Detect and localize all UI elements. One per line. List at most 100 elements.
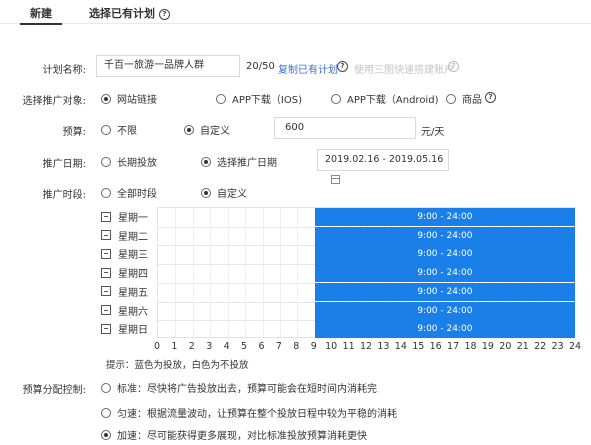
radio-select-date[interactable]: 选择推广日期 <box>201 154 277 169</box>
day-label: 星期五 <box>118 287 148 299</box>
day-toggle-checkbox[interactable] <box>101 323 111 334</box>
tab-new[interactable]: 新建 <box>20 5 62 25</box>
radio-dot <box>101 156 111 167</box>
hour-tick-label: 15 <box>412 341 425 352</box>
hour-tick-label: 3 <box>206 341 213 352</box>
radio-dot <box>184 124 194 135</box>
day-row: 星期五 <box>101 283 148 300</box>
day-toggle-checkbox[interactable] <box>101 248 111 259</box>
day-row: 星期二 <box>101 227 148 244</box>
radio-product[interactable]: 商品 <box>446 91 482 106</box>
day-row: 星期三 <box>101 245 148 262</box>
day-label: 星期四 <box>118 269 148 281</box>
hour-tick-label: 22 <box>534 341 547 352</box>
day-row: 星期一 <box>101 208 148 225</box>
promo-time-label: 推广时段: <box>42 190 86 201</box>
day-row: 星期四 <box>101 264 148 281</box>
hour-tick-label: 9 <box>310 341 317 352</box>
radio-label: 自定义 <box>217 189 247 200</box>
active-time-slot[interactable]: 9:00 - 24:00 <box>314 226 575 245</box>
hour-tick-label: 20 <box>499 341 512 352</box>
calendar-icon <box>331 175 340 184</box>
radio-all-time[interactable]: 全部时段 <box>101 185 157 200</box>
hour-tick-label: 2 <box>188 341 195 352</box>
help-icon[interactable]: ? <box>485 92 496 103</box>
radio-pacing-accelerated[interactable]: 加速：尽可能获得更多展现，对比标准投放预算消耗更快 <box>101 427 367 442</box>
radio-budget-unlimited[interactable]: 不限 <box>101 122 137 137</box>
help-icon[interactable]: ? <box>158 8 170 20</box>
hour-tick-label: 7 <box>275 341 282 352</box>
radio-dot <box>101 124 111 135</box>
hour-tick-label: 18 <box>464 341 477 352</box>
hour-tick-label: 8 <box>293 341 300 352</box>
hour-tick-label: 21 <box>516 341 529 352</box>
promo-date-label: 推广日期: <box>42 159 86 170</box>
radio-dot <box>101 187 111 198</box>
hour-tick-label: 23 <box>551 341 564 352</box>
day-toggle-checkbox[interactable] <box>101 286 111 297</box>
radio-app-ios[interactable]: APP下载（IOS) <box>216 91 302 106</box>
hour-tick-label: 10 <box>325 341 338 352</box>
date-range-picker[interactable]: 2019.02.16 - 2019.05.16 <box>317 149 449 184</box>
radio-dot <box>446 93 456 104</box>
radio-pacing-standard[interactable]: 标准：尽快将广告投放出去，预算可能会在短时间内消耗完 <box>101 380 377 395</box>
hour-tick-label: 16 <box>429 341 442 352</box>
hour-tick-label: 12 <box>359 341 373 352</box>
day-label: 星期一 <box>118 213 148 224</box>
budget-label: 预算: <box>62 127 86 138</box>
day-row: 星期日 <box>101 320 148 337</box>
radio-app-android[interactable]: APP下载（Android) <box>331 91 438 106</box>
radio-dot <box>101 407 111 418</box>
radio-label: 选择推广日期 <box>217 158 277 169</box>
hour-tick-label: 13 <box>377 341 390 352</box>
plan-name-counter: 20/50 <box>246 61 275 72</box>
radio-dot <box>101 429 111 440</box>
radio-custom-time[interactable]: 自定义 <box>201 185 247 200</box>
plan-name-input[interactable]: 千百一旅游一品牌人群 <box>96 55 240 77</box>
radio-website-link[interactable]: 网站链接 <box>101 91 157 106</box>
day-label: 星期二 <box>118 231 148 243</box>
radio-budget-custom[interactable]: 自定义 <box>184 122 230 137</box>
copy-existing-plan-link[interactable]: 复制已有计划 <box>278 61 338 76</box>
radio-long-term[interactable]: 长期投放 <box>101 154 157 169</box>
radio-label: 匀速：根据流量波动，让预算在整个投放日程中较为平稳的消耗 <box>117 409 397 420</box>
radio-pacing-even[interactable]: 匀速：根据流量波动，让预算在整个投放日程中较为平稳的消耗 <box>101 405 397 420</box>
hour-tick-label: 1 <box>171 341 178 352</box>
day-toggle-checkbox[interactable] <box>101 230 111 241</box>
day-label: 星期六 <box>118 306 148 318</box>
budget-amount-input[interactable]: 600 <box>274 117 416 139</box>
day-toggle-checkbox[interactable] <box>101 305 111 315</box>
radio-dot <box>201 156 211 167</box>
date-range-text: 2019.02.16 - 2019.05.16 <box>325 154 444 165</box>
quick-build-account-text: 使用三图快速搭建账户 <box>354 65 454 76</box>
schedule-grid[interactable]: 9:00 - 24:00 9:00 - 24:00 9:00 - 24:00 9:00… <box>157 207 575 339</box>
active-time-slot[interactable]: 9:00 - 24:00 <box>314 320 575 339</box>
hour-tick-label: 14 <box>394 341 407 352</box>
active-time-slot[interactable]: 9:00 - 24:00 <box>314 282 575 301</box>
help-icon[interactable]: ? <box>337 61 348 72</box>
day-label: 星期日 <box>118 325 148 337</box>
active-time-slot[interactable]: 9:00 - 24:00 <box>314 245 575 264</box>
day-toggle-checkbox[interactable] <box>101 267 111 278</box>
plan-name-label: 计划名称: <box>42 65 86 76</box>
active-time-slot[interactable]: 9:00 - 24:00 <box>314 264 575 283</box>
radio-label: 网站链接 <box>117 95 157 106</box>
hour-tick-label: 17 <box>447 341 460 352</box>
hour-tick-label: 24 <box>568 341 582 352</box>
tab-copy-existing-plan[interactable]: 选择已有计划 ? <box>89 5 170 21</box>
radio-label: 不限 <box>117 126 137 137</box>
radio-label: 长期投放 <box>117 158 157 169</box>
hour-tick-label: 4 <box>223 341 230 352</box>
help-icon[interactable]: ? <box>448 61 459 72</box>
promo-target-label: 选择推广对象: <box>22 96 86 107</box>
radio-dot <box>201 187 211 198</box>
active-time-slot[interactable]: 9:00 - 24:00 <box>314 208 575 227</box>
radio-dot <box>331 93 341 104</box>
hour-tick-label: 0 <box>153 341 161 352</box>
hour-tick-label: 19 <box>481 341 494 352</box>
hour-tick-label: 6 <box>258 341 265 352</box>
day-label: 星期三 <box>118 250 148 262</box>
radio-label: 商品 <box>462 95 482 106</box>
day-toggle-checkbox[interactable] <box>101 211 111 222</box>
active-time-slot[interactable]: 9:00 - 24:00 <box>314 301 575 320</box>
